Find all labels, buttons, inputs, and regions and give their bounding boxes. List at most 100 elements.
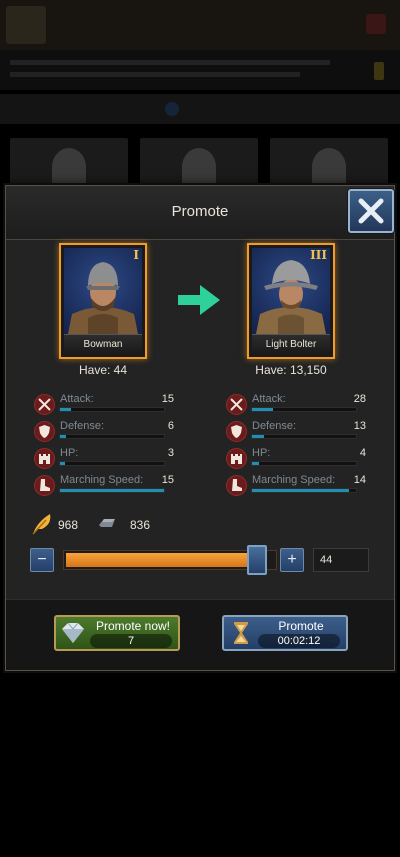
tier-badge: I [133,248,139,262]
stat-bar-fill [60,489,164,492]
stat-label: Defense: [60,420,105,432]
tower-icon [34,448,55,469]
background-scroll-icon [374,62,384,80]
stat-value: 4 [359,447,366,459]
stat-label: Defense: [252,420,297,432]
from-stat-hp: HP: 3 [34,446,174,470]
slider-handle[interactable] [247,545,268,575]
increase-button[interactable]: + [280,548,304,572]
from-unit-have: Have: 44 [78,363,128,377]
hourglass-icon [227,620,255,646]
shield-icon [226,421,247,442]
background-info-bar [0,50,400,90]
quantity-slider[interactable] [63,550,277,570]
iron-resource: 836 [96,512,166,536]
slider-fill [66,553,259,567]
background-card [140,138,258,186]
stat-bar-fill [252,408,273,411]
iron-ingot-icon [99,519,115,527]
swords-icon [226,394,247,415]
from-unit-name: Bowman [64,334,142,354]
tower-icon [226,448,247,469]
background-line [10,72,300,77]
stat-value: 15 [161,474,174,486]
background-feather-icon [6,6,46,44]
dialog-header: Promote [6,186,394,240]
promote-now-button[interactable]: Promote now! 7 [54,615,180,651]
boot-icon [226,475,247,496]
dialog-title: Promote [171,203,229,220]
screen-root: Promote I Bowman III Light Bolter Have: … [0,0,400,857]
to-stat-attack: Attack: 28 [226,392,366,416]
stat-bar-fill [60,408,72,411]
iron-count: 836 [130,518,151,532]
stat-label: Marching Speed: [60,474,144,486]
stat-bar [59,488,165,493]
shield-icon [34,421,55,442]
background-unit-cards [10,138,390,186]
stat-bar [59,434,165,439]
decrease-button[interactable]: − [30,548,54,572]
stat-bar [59,461,165,466]
background-card [10,138,128,186]
promote-now-cost: 7 [90,634,172,648]
stat-bar-fill [252,462,260,465]
stat-bar-fill [60,435,67,438]
feather-resource: 968 [30,512,100,536]
promote-button[interactable]: Promote 00:02:12 [222,615,348,651]
to-unit-have: Have: 13,150 [255,363,327,377]
stat-value: 15 [161,393,174,405]
quantity-input[interactable]: 44 [313,548,369,572]
background-helmet-icon [182,148,216,186]
from-stat-marching-speed: Marching Speed: 15 [34,473,174,497]
to-stat-hp: HP: 4 [226,446,366,470]
diamond-icon [59,620,87,646]
stat-label: HP: [60,447,79,459]
to-stat-marching-speed: Marching Speed: 14 [226,473,366,497]
stat-value: 13 [353,420,366,432]
stat-bar [251,488,357,493]
stat-bar [251,407,357,412]
boot-icon [34,475,55,496]
stat-label: Marching Speed: [252,474,336,486]
promote-now-label: Promote now! [95,619,171,633]
background-header [0,0,400,50]
background-helmet-icon [312,148,346,186]
stat-value: 14 [353,474,366,486]
promote-time: 00:02:12 [258,634,340,648]
stat-bar-fill [60,462,66,465]
to-unit-name: Light Bolter [252,334,330,354]
stat-label: Attack: [60,393,94,405]
background-helmet-icon [52,148,86,186]
promote-dialog: Promote I Bowman III Light Bolter Have: … [5,185,395,671]
stat-value: 28 [353,393,366,405]
stat-bar [59,407,165,412]
from-stat-attack: Attack: 15 [34,392,174,416]
stat-bar [251,461,357,466]
stat-label: HP: [252,447,271,459]
stat-label: Attack: [252,393,286,405]
stat-value: 6 [167,420,174,432]
to-stat-defense: Defense: 13 [226,419,366,443]
close-button[interactable] [348,189,394,233]
close-icon [358,198,384,224]
promote-label: Promote [278,619,324,633]
bowman-portrait [64,248,142,334]
background-tab-icon [165,102,179,116]
feather-count: 968 [58,518,79,532]
background-line [10,60,330,65]
bowman-figure-icon [68,262,138,334]
stat-bar-fill [252,435,265,438]
from-stat-defense: Defense: 6 [34,419,174,443]
background-card [270,138,388,186]
stat-bar [251,434,357,439]
arrow-right-icon [178,285,220,315]
swords-icon [34,394,55,415]
tier-badge: III [310,248,327,262]
feather-icon [32,514,51,535]
to-unit-card[interactable]: III Light Bolter [247,243,335,359]
from-unit-card[interactable]: I Bowman [59,243,147,359]
stat-value: 3 [167,447,174,459]
background-tabs [0,94,400,124]
stat-bar-fill [252,489,349,492]
